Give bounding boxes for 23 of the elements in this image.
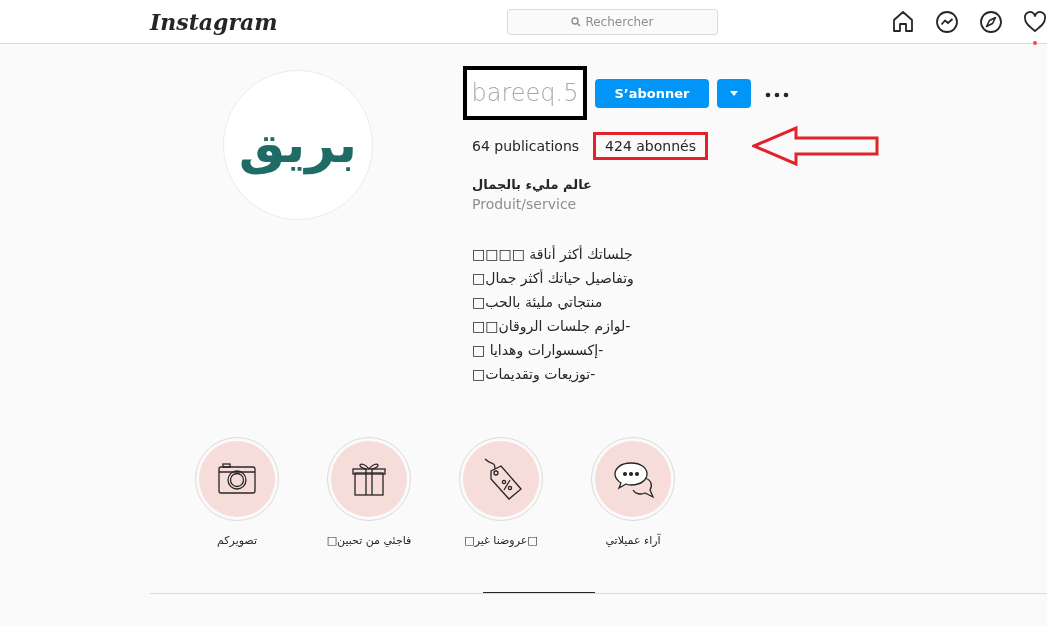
profile-stat: 64 publications <box>472 138 580 154</box>
bio-line: منتجاتي مليئة بالحب□ <box>472 293 603 312</box>
messenger-icon[interactable] <box>935 9 959 34</box>
search-icon <box>571 16 582 27</box>
bio-line: -توزيعات وتقديمات□ <box>472 365 596 385</box>
home-icon[interactable] <box>891 9 915 34</box>
avatar-logo: بريق <box>237 113 359 177</box>
camera-icon <box>218 463 256 494</box>
dropdown-button[interactable] <box>717 78 751 108</box>
bio-line: -لوازم جلسات الروقان□□ <box>472 317 631 337</box>
compass-icon[interactable] <box>979 9 1003 34</box>
highlighted-stat: 424 abonnés <box>593 132 708 160</box>
username: bareeq.5 <box>463 66 587 120</box>
instagram-logo[interactable]: Instagram <box>150 8 507 35</box>
profile-name: عالم مليء بالجمال <box>472 177 592 192</box>
caret-icon <box>730 90 738 96</box>
speech-bubbles-icon <box>614 462 654 498</box>
bio-line: جلساتك أكثر أناقة □□□□ <box>472 244 633 264</box>
price-tag-icon <box>484 458 522 500</box>
bio-line: وتفاصيل حياتك أكثر جمال□ <box>472 268 634 289</box>
profile-category: Produit/service <box>472 196 578 212</box>
gift-icon <box>352 463 386 496</box>
bio-line: -إكسسوارات وهدايا □ <box>472 341 604 361</box>
